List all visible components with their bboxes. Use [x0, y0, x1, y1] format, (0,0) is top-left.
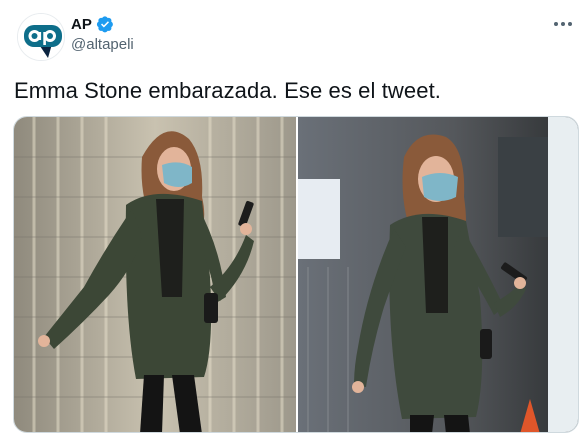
media-photo-1[interactable]	[14, 117, 296, 432]
tweet: AP @altapeli Emma Stone embarazada. Ese …	[0, 0, 587, 440]
more-horizontal-icon	[554, 22, 572, 26]
more-options-button[interactable]	[549, 10, 577, 38]
tweet-text: Emma Stone embarazada. Ese es el tweet.	[14, 78, 442, 103]
user-handle[interactable]: @altapeli	[71, 36, 134, 53]
avatar[interactable]	[17, 13, 65, 61]
verified-badge-icon	[96, 16, 113, 33]
author-name-row[interactable]: AP	[71, 14, 114, 34]
avatar-logo-icon	[18, 14, 64, 60]
media-photo-2[interactable]	[298, 117, 578, 432]
display-name[interactable]: AP	[71, 16, 92, 33]
media-grid	[13, 116, 579, 433]
